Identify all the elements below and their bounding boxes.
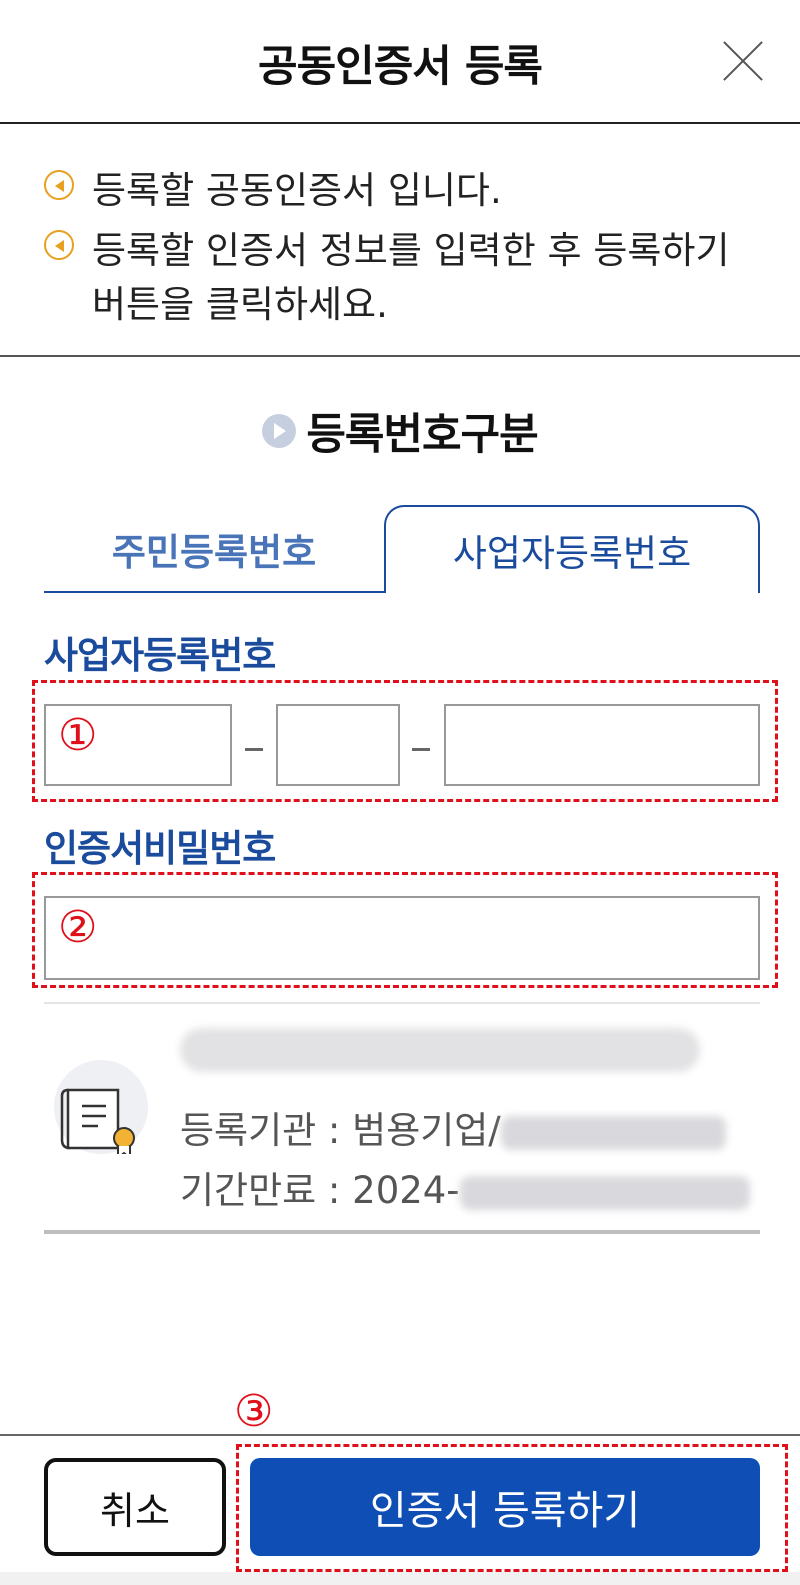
tab-business-number[interactable]: 사업자등록번호 <box>384 505 760 593</box>
section-title-text: 등록번호구분 <box>306 410 538 460</box>
bottom-strip <box>0 1572 800 1585</box>
notice-item: 등록할 공동인증서 입니다. <box>44 164 772 218</box>
notice-text: 등록할 인증서 정보를 입력한 후 등록하기 버튼을 클릭하세요. <box>92 229 730 326</box>
speaker-icon <box>44 230 74 260</box>
redacted-text <box>459 1175 750 1210</box>
cert-expiry-text: 기간만료 : 2024- <box>180 1169 460 1212</box>
separator-hyphen <box>412 748 430 751</box>
section-title: 등록번호구분 <box>0 400 800 462</box>
play-icon <box>262 414 297 448</box>
business-number-part2-input[interactable] <box>276 704 400 786</box>
notice-box: 등록할 공동인증서 입니다. 등록할 인증서 정보를 입력한 후 등록하기 버튼… <box>0 124 800 357</box>
annotation-number-3: ③ <box>234 1386 274 1437</box>
certificate-icon <box>54 1060 148 1161</box>
cancel-button[interactable]: 취소 <box>44 1458 226 1556</box>
cert-divider <box>44 1230 760 1234</box>
speaker-icon <box>44 170 74 200</box>
dialog-title: 공동인증서 등록 <box>258 42 543 92</box>
notice-text: 등록할 공동인증서 입니다. <box>92 169 502 212</box>
business-number-part3-input[interactable] <box>444 704 760 786</box>
cert-issuer-text: 등록기관 : 범용기업/ <box>180 1109 501 1152</box>
separator-hyphen <box>245 748 263 751</box>
divider <box>44 1002 760 1004</box>
notice-item: 등록할 인증서 정보를 입력한 후 등록하기 버튼을 클릭하세요. <box>44 224 772 332</box>
cert-password-input[interactable] <box>44 896 760 980</box>
register-certificate-button[interactable]: 인증서 등록하기 <box>250 1458 760 1556</box>
registration-type-tabs: 주민등록번호 사업자등록번호 <box>44 505 760 593</box>
annotation-number-2: ② <box>58 902 98 953</box>
cert-name-redacted <box>180 1028 700 1072</box>
cert-password-label: 인증서비밀번호 <box>44 827 276 870</box>
cert-issuer: 등록기관 : 범용기업/ <box>180 1100 726 1154</box>
dialog-header: 공동인증서 등록 <box>0 0 800 124</box>
footer-divider <box>0 1434 800 1436</box>
annotation-number-1: ① <box>58 710 98 761</box>
close-icon[interactable] <box>722 40 764 82</box>
cert-expiry: 기간만료 : 2024- <box>180 1160 750 1214</box>
tab-resident-number[interactable]: 주민등록번호 <box>44 505 384 593</box>
business-number-label: 사업자등록번호 <box>44 634 276 677</box>
redacted-text <box>500 1115 726 1150</box>
